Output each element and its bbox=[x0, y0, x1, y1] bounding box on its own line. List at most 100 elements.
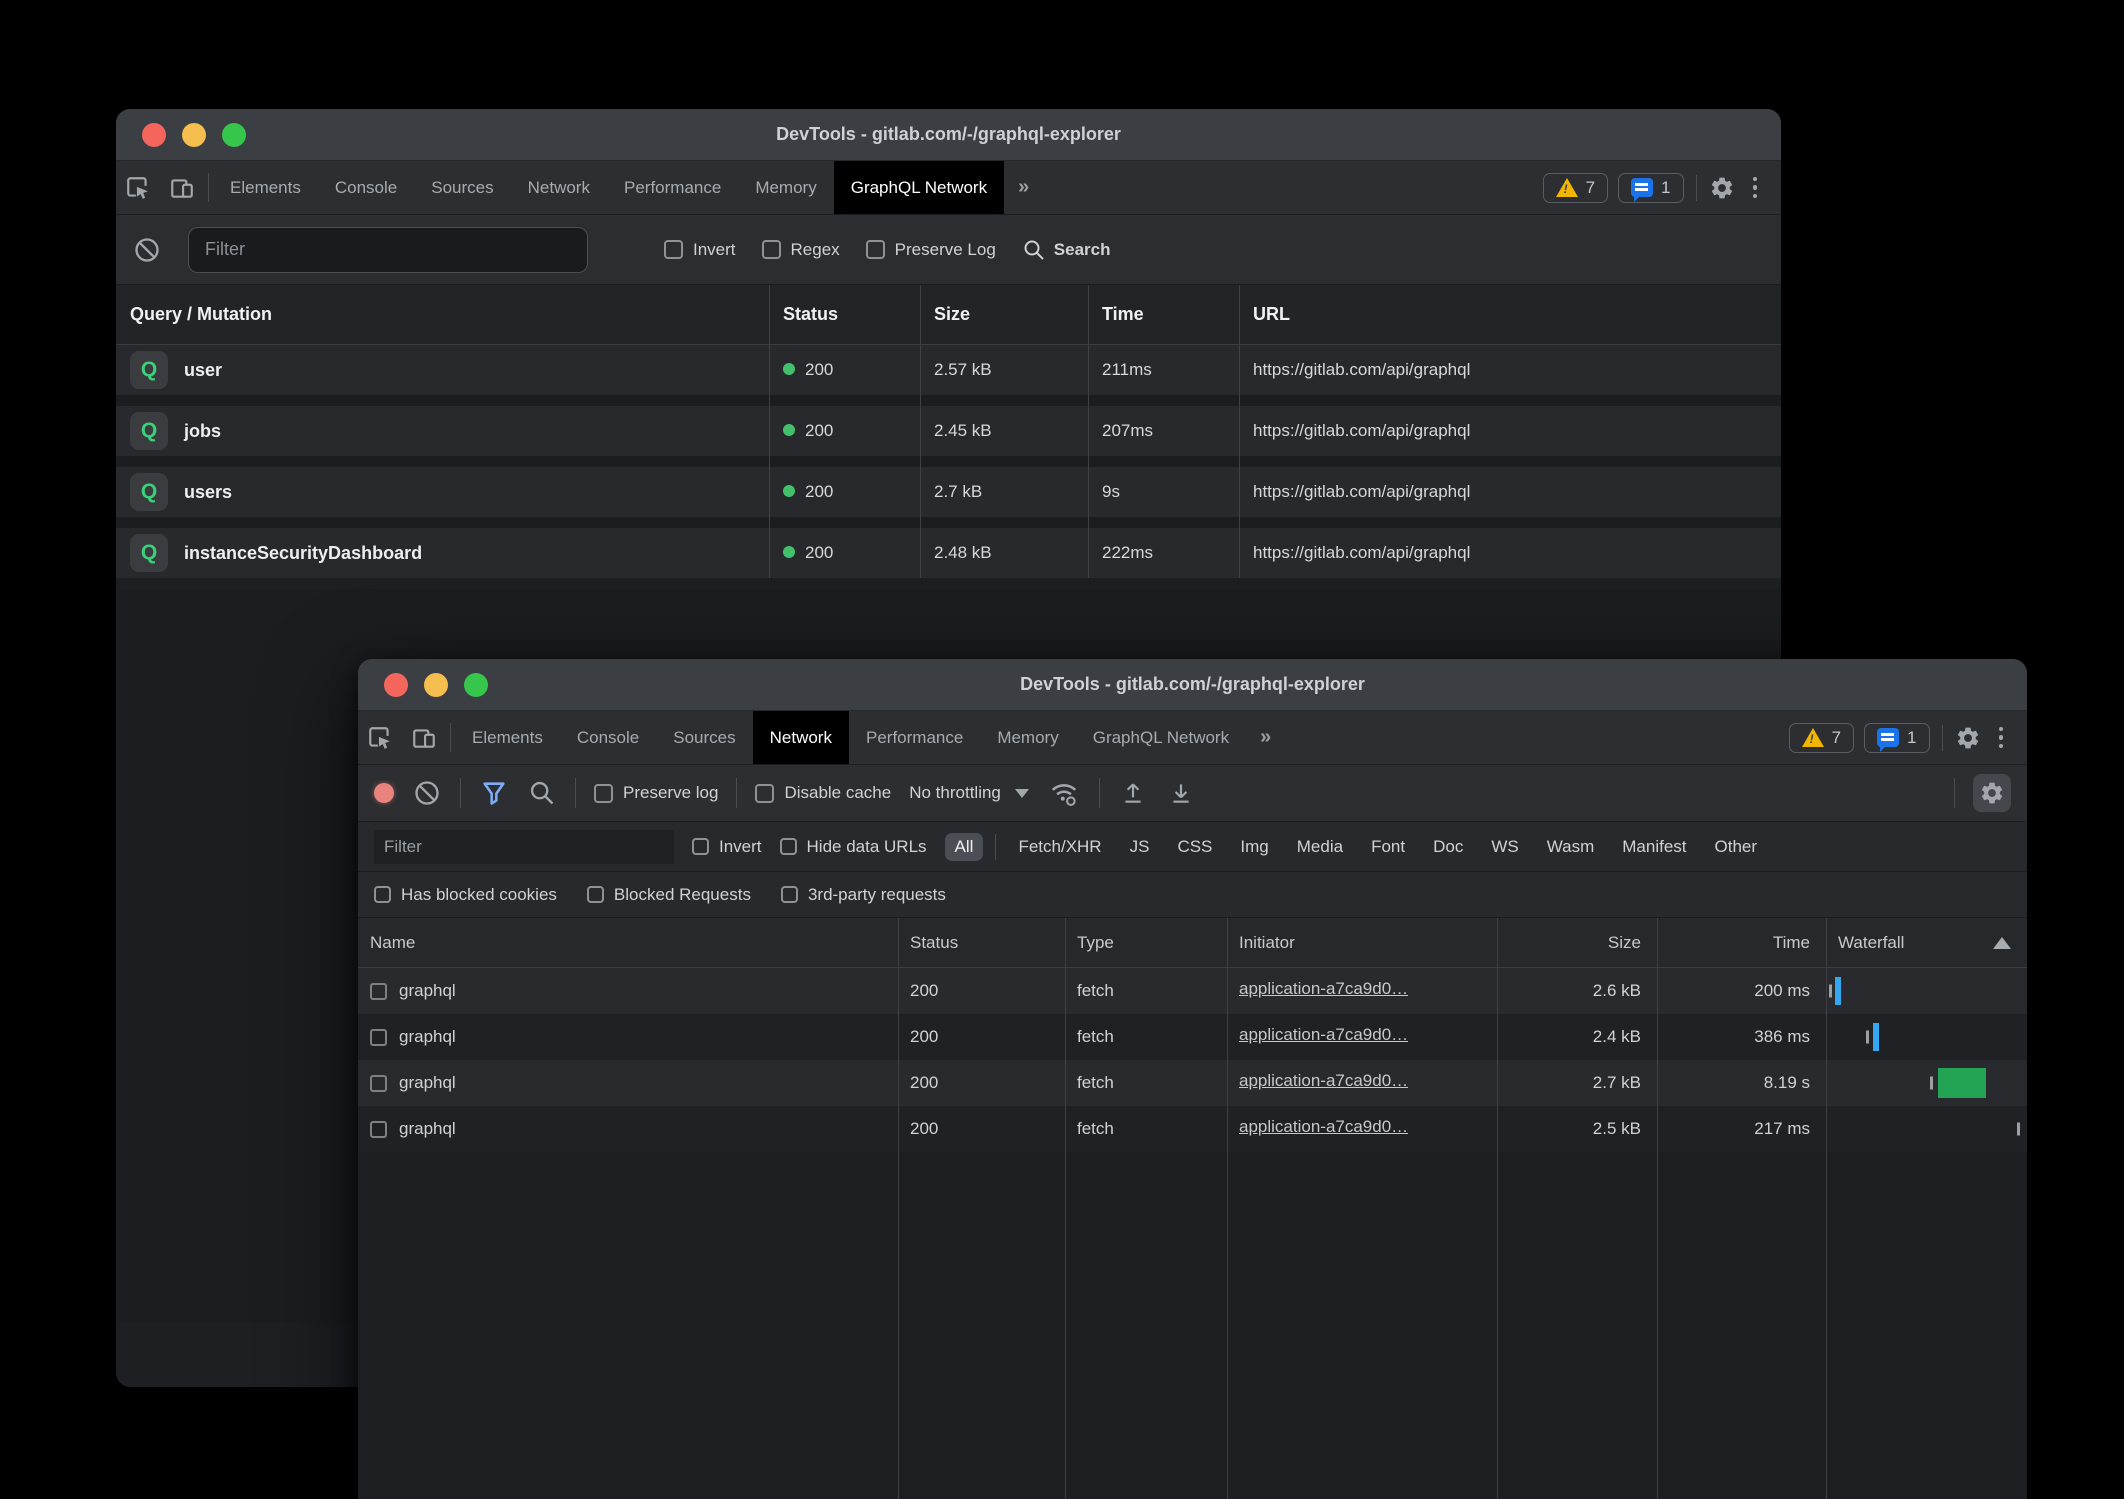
messages-badge[interactable]: 1 bbox=[1618, 173, 1683, 203]
third-party-requests-checkbox[interactable]: 3rd-party requests bbox=[781, 885, 946, 905]
warnings-badge[interactable]: 7 bbox=[1543, 173, 1608, 203]
type-chip-manifest[interactable]: Manifest bbox=[1612, 833, 1696, 861]
more-options-icon[interactable] bbox=[1745, 177, 1766, 199]
disable-cache-checkbox[interactable]: Disable cache bbox=[755, 783, 891, 803]
column-header-name[interactable]: Name bbox=[358, 933, 898, 953]
close-button[interactable] bbox=[142, 123, 166, 147]
has-blocked-cookies-checkbox[interactable]: Has blocked cookies bbox=[374, 885, 557, 905]
tab-graphql-network[interactable]: GraphQL Network bbox=[834, 161, 1004, 214]
search-button[interactable]: Search bbox=[1022, 238, 1111, 262]
type-chip-ws[interactable]: WS bbox=[1481, 833, 1528, 861]
row-checkbox[interactable] bbox=[370, 1075, 387, 1092]
network-settings-gear-icon[interactable] bbox=[1973, 774, 2011, 812]
type-chip-wasm[interactable]: Wasm bbox=[1537, 833, 1605, 861]
inspect-element-icon[interactable] bbox=[116, 161, 160, 214]
search-icon[interactable] bbox=[527, 779, 557, 807]
column-header-waterfall[interactable]: Waterfall bbox=[1826, 933, 2027, 953]
column-header-size[interactable]: Size bbox=[1497, 933, 1657, 953]
invert-checkbox[interactable]: Invert bbox=[692, 837, 762, 857]
record-button[interactable] bbox=[374, 783, 394, 803]
tab-network[interactable]: Network bbox=[753, 711, 849, 764]
column-header-status[interactable]: Status bbox=[769, 304, 920, 325]
table-header-row: Query / Mutation Status Size Time URL bbox=[116, 285, 1781, 345]
initiator-link[interactable]: application-a7ca9d0… bbox=[1239, 1117, 1408, 1137]
invert-checkbox[interactable]: Invert bbox=[664, 240, 736, 260]
export-har-icon[interactable] bbox=[1166, 780, 1196, 806]
device-toolbar-icon[interactable] bbox=[160, 161, 204, 214]
row-checkbox[interactable] bbox=[370, 1121, 387, 1138]
type-chip-css[interactable]: CSS bbox=[1167, 833, 1222, 861]
table-row[interactable]: Q jobs 200 2.45 kB 207ms https://gitlab.… bbox=[116, 406, 1781, 456]
tab-elements[interactable]: Elements bbox=[455, 711, 560, 764]
column-header-query-mutation[interactable]: Query / Mutation bbox=[116, 304, 769, 325]
tab-console[interactable]: Console bbox=[318, 161, 414, 214]
preserve-log-checkbox[interactable]: Preserve Log bbox=[866, 240, 996, 260]
row-checkbox[interactable] bbox=[370, 983, 387, 1000]
tab-sources[interactable]: Sources bbox=[414, 161, 510, 214]
blocked-requests-checkbox[interactable]: Blocked Requests bbox=[587, 885, 751, 905]
tab-memory[interactable]: Memory bbox=[980, 711, 1075, 764]
tab-memory[interactable]: Memory bbox=[738, 161, 833, 214]
minimize-button[interactable] bbox=[424, 673, 448, 697]
titlebar[interactable]: DevTools - gitlab.com/-/graphql-explorer bbox=[358, 659, 2027, 711]
clear-icon[interactable] bbox=[132, 236, 162, 264]
regex-checkbox[interactable]: Regex bbox=[762, 240, 840, 260]
zoom-button[interactable] bbox=[464, 673, 488, 697]
zoom-button[interactable] bbox=[222, 123, 246, 147]
column-header-time[interactable]: Time bbox=[1088, 304, 1239, 325]
tab-console[interactable]: Console bbox=[560, 711, 656, 764]
clear-icon[interactable] bbox=[412, 779, 442, 807]
tab-performance[interactable]: Performance bbox=[849, 711, 980, 764]
table-row[interactable]: Q instanceSecurityDashboard 200 2.48 kB … bbox=[116, 528, 1781, 578]
type-chip-doc[interactable]: Doc bbox=[1423, 833, 1473, 861]
filter-input[interactable] bbox=[374, 830, 674, 864]
hide-data-urls-checkbox[interactable]: Hide data URLs bbox=[780, 837, 927, 857]
preserve-log-checkbox[interactable]: Preserve log bbox=[594, 783, 718, 803]
column-header-status[interactable]: Status bbox=[898, 933, 1065, 953]
initiator-link[interactable]: application-a7ca9d0… bbox=[1239, 1025, 1408, 1045]
settings-gear-icon[interactable] bbox=[1709, 175, 1735, 201]
more-tabs-icon[interactable]: » bbox=[1004, 161, 1043, 214]
tab-graphql-network[interactable]: GraphQL Network bbox=[1076, 711, 1246, 764]
throttling-dropdown[interactable]: No throttling bbox=[909, 783, 1029, 803]
row-checkbox[interactable] bbox=[370, 1029, 387, 1046]
request-row[interactable]: graphql 200 fetch application-a7ca9d0… 2… bbox=[358, 1014, 2027, 1060]
type-chip-img[interactable]: Img bbox=[1230, 833, 1278, 861]
request-row[interactable]: graphql 200 fetch application-a7ca9d0… 2… bbox=[358, 968, 2027, 1014]
table-row[interactable]: Q user 200 2.57 kB 211ms https://gitlab.… bbox=[116, 345, 1781, 395]
more-options-icon[interactable] bbox=[1991, 727, 2012, 749]
filter-input[interactable] bbox=[188, 227, 588, 273]
device-toolbar-icon[interactable] bbox=[402, 711, 446, 764]
type-chip-js[interactable]: JS bbox=[1120, 833, 1160, 861]
more-tabs-icon[interactable]: » bbox=[1246, 711, 1285, 764]
messages-badge[interactable]: 1 bbox=[1864, 723, 1929, 753]
column-header-time[interactable]: Time bbox=[1657, 933, 1826, 953]
tab-elements[interactable]: Elements bbox=[213, 161, 318, 214]
initiator-link[interactable]: application-a7ca9d0… bbox=[1239, 1071, 1408, 1091]
column-header-type[interactable]: Type bbox=[1065, 933, 1227, 953]
table-row[interactable]: Q users 200 2.7 kB 9s https://gitlab.com… bbox=[116, 467, 1781, 517]
titlebar[interactable]: DevTools - gitlab.com/-/graphql-explorer bbox=[116, 109, 1781, 161]
type-chip-fetch-xhr[interactable]: Fetch/XHR bbox=[1008, 833, 1111, 861]
column-header-size[interactable]: Size bbox=[920, 304, 1088, 325]
initiator-link[interactable]: application-a7ca9d0… bbox=[1239, 979, 1408, 999]
type-chip-other[interactable]: Other bbox=[1705, 833, 1768, 861]
close-button[interactable] bbox=[384, 673, 408, 697]
network-conditions-icon[interactable] bbox=[1047, 778, 1081, 808]
tab-sources[interactable]: Sources bbox=[656, 711, 752, 764]
type-chip-all[interactable]: All bbox=[945, 833, 984, 861]
filter-funnel-icon[interactable] bbox=[479, 779, 509, 807]
request-row[interactable]: graphql 200 fetch application-a7ca9d0… 2… bbox=[358, 1106, 2027, 1152]
warnings-badge[interactable]: 7 bbox=[1789, 723, 1854, 753]
type-chip-font[interactable]: Font bbox=[1361, 833, 1415, 861]
tab-network[interactable]: Network bbox=[511, 161, 607, 214]
minimize-button[interactable] bbox=[182, 123, 206, 147]
type-chip-media[interactable]: Media bbox=[1287, 833, 1353, 861]
column-header-url[interactable]: URL bbox=[1239, 304, 1781, 325]
request-row[interactable]: graphql 200 fetch application-a7ca9d0… 2… bbox=[358, 1060, 2027, 1106]
tab-performance[interactable]: Performance bbox=[607, 161, 738, 214]
inspect-element-icon[interactable] bbox=[358, 711, 402, 764]
import-har-icon[interactable] bbox=[1118, 780, 1148, 806]
column-header-initiator[interactable]: Initiator bbox=[1227, 933, 1497, 953]
settings-gear-icon[interactable] bbox=[1955, 725, 1981, 751]
